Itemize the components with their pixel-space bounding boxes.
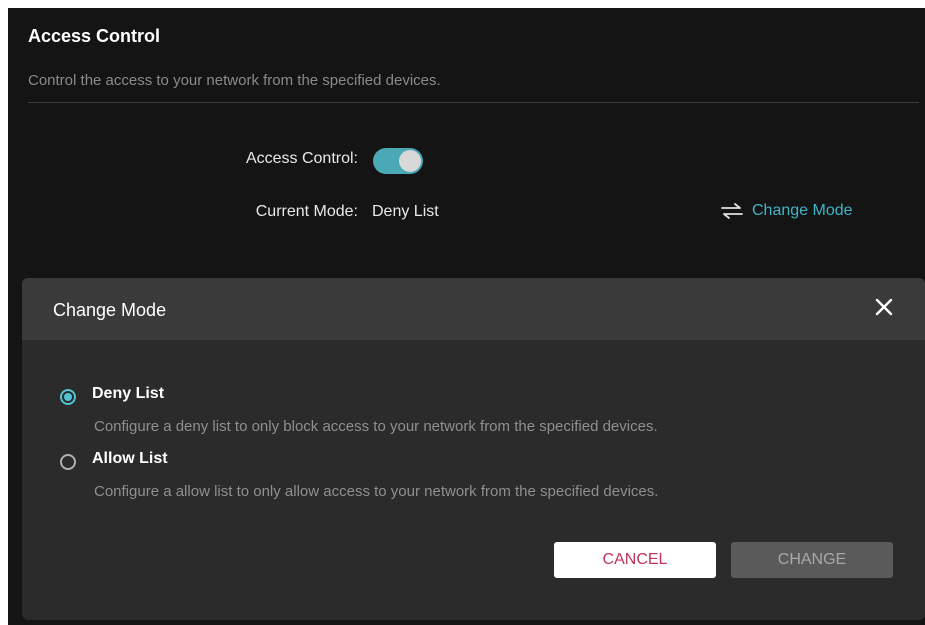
current-mode-label: Current Mode:	[255, 203, 358, 220]
change-button[interactable]: CHANGE	[731, 542, 893, 578]
cancel-button[interactable]: CANCEL	[554, 542, 716, 578]
toggle-knob	[399, 150, 421, 172]
deny-list-label[interactable]: Deny List	[92, 385, 164, 403]
change-mode-label: Change Mode	[752, 202, 853, 219]
deny-list-radio[interactable]	[60, 389, 76, 405]
swap-arrows-icon	[720, 203, 744, 219]
allow-list-radio[interactable]	[60, 454, 76, 470]
section-title: Access Control	[28, 26, 161, 46]
current-mode-value: Deny List	[372, 203, 439, 220]
access-control-toggle[interactable]	[373, 148, 423, 174]
deny-list-description: Configure a deny list to only block acce…	[94, 418, 658, 435]
allow-list-label[interactable]: Allow List	[92, 450, 168, 468]
close-icon[interactable]	[873, 296, 895, 318]
change-mode-dialog: Change Mode Deny List Configure a deny l…	[22, 278, 925, 620]
divider	[28, 102, 919, 103]
dialog-header: Change Mode	[22, 278, 925, 340]
change-mode-link[interactable]: Change Mode	[720, 202, 853, 220]
section-description: Control the access to your network from …	[28, 72, 441, 89]
dialog-title: Change Mode	[53, 300, 167, 320]
access-control-label: Access Control:	[245, 150, 358, 167]
allow-list-description: Configure a allow list to only allow acc…	[94, 483, 659, 500]
